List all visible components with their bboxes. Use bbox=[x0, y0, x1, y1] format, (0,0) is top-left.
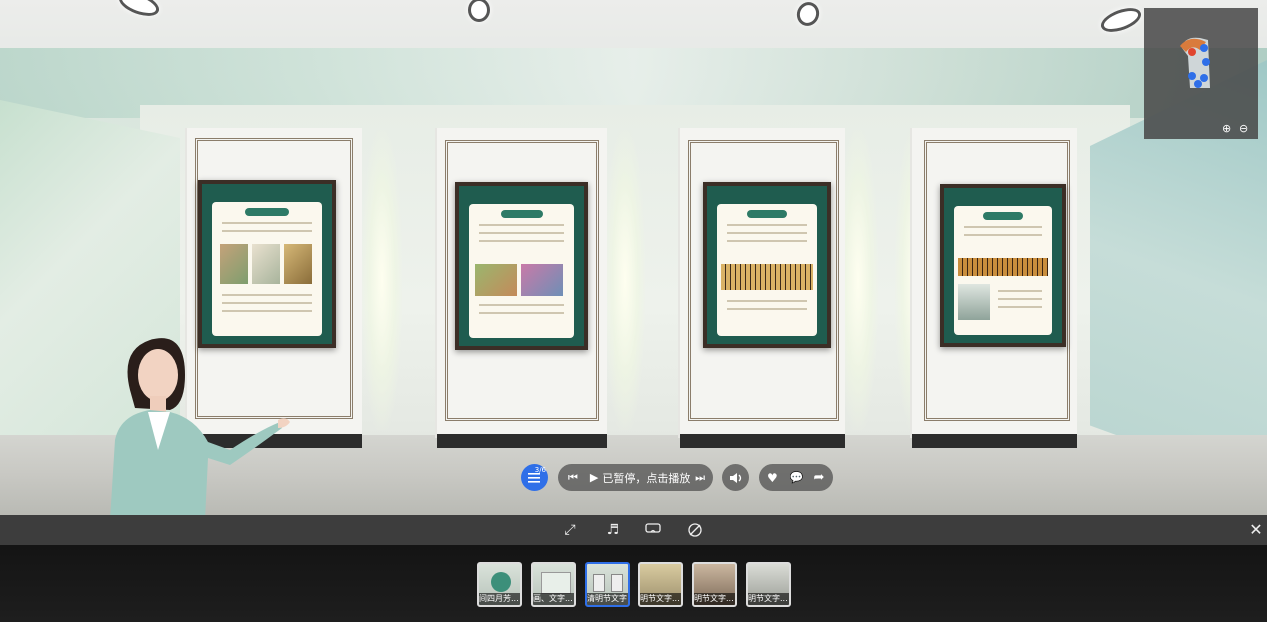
play-icon[interactable]: ▶ bbox=[590, 471, 598, 484]
comment-icon[interactable]: 💬 bbox=[790, 471, 804, 484]
exhibit-poster[interactable] bbox=[703, 182, 831, 348]
skip-previous-icon[interactable]: ⏮ bbox=[568, 471, 578, 485]
light-strip bbox=[362, 130, 402, 430]
scene-thumbnail[interactable]: 明节文字... bbox=[638, 562, 683, 607]
exhibit-poster[interactable] bbox=[940, 184, 1066, 347]
volume-button[interactable] bbox=[722, 464, 749, 491]
heart-icon[interactable]: ♥ bbox=[767, 471, 778, 485]
share-icon[interactable]: ➦ bbox=[813, 470, 824, 485]
scene-thumbnail-caption: 明节文字... bbox=[694, 593, 735, 605]
playback-status[interactable]: 已暂停，点击播放 bbox=[602, 470, 690, 486]
skip-next-icon[interactable]: ⏭ bbox=[695, 471, 705, 485]
light-strip bbox=[605, 130, 645, 430]
scene-thumbnail[interactable]: 明节文字... bbox=[746, 562, 791, 607]
virtual-guide-avatar bbox=[110, 338, 290, 515]
gyroscope-icon[interactable] bbox=[687, 522, 703, 538]
scene-thumbnail-caption: 明节文字... bbox=[748, 593, 789, 605]
volume-icon bbox=[729, 472, 741, 483]
minimap[interactable]: ⊕ ⊖ bbox=[1144, 8, 1258, 139]
playback-bar[interactable]: ⏮ ▶ 已暂停，点击播放 ⏭ bbox=[558, 464, 713, 491]
music-icon[interactable]: ♬ bbox=[605, 522, 621, 538]
scene-thumbnail[interactable]: 画、文字... bbox=[531, 562, 576, 607]
scene-thumbnail[interactable]: 明节文字... bbox=[692, 562, 737, 607]
scene-thumbnail-active[interactable]: 清明节文字 bbox=[585, 562, 630, 607]
exhibit-poster[interactable] bbox=[455, 182, 588, 350]
scene-thumbnail-caption: 间四月芳... bbox=[479, 593, 520, 605]
zoom-out-icon[interactable]: ⊖ bbox=[1239, 122, 1248, 135]
panorama-viewport[interactable]: 3/6 ⏮ ▶ 已暂停，点击播放 ⏭ ♥ 💬 ➦ ⊕ ⊖ bbox=[0, 0, 1267, 515]
vr-glasses-icon[interactable] bbox=[645, 522, 661, 538]
zoom-in-icon[interactable]: ⊕ bbox=[1222, 122, 1231, 135]
scene-thumbnail-bar: 间四月芳... 画、文字... 清明节文字 明节文字... 明节文字... 明节… bbox=[0, 545, 1267, 622]
playlist-counter: 3/6 bbox=[534, 466, 546, 474]
scene-thumbnail[interactable]: 间四月芳... bbox=[477, 562, 522, 607]
social-actions: ♥ 💬 ➦ bbox=[759, 464, 833, 491]
minimap-floorplan bbox=[1180, 37, 1210, 88]
scene-thumbnail-caption: 画、文字... bbox=[533, 593, 574, 605]
fullscreen-icon[interactable]: ⤢ bbox=[562, 522, 578, 538]
close-icon[interactable]: ✕ bbox=[1248, 522, 1264, 538]
playlist-button[interactable]: 3/6 bbox=[521, 464, 548, 491]
scene-thumbnail-caption: 清明节文字 bbox=[587, 593, 628, 605]
scene-thumbnail-caption: 明节文字... bbox=[640, 593, 681, 605]
bottom-toolbar: ⤢ ♬ ✕ bbox=[0, 515, 1267, 545]
exhibit-poster[interactable] bbox=[198, 180, 336, 348]
